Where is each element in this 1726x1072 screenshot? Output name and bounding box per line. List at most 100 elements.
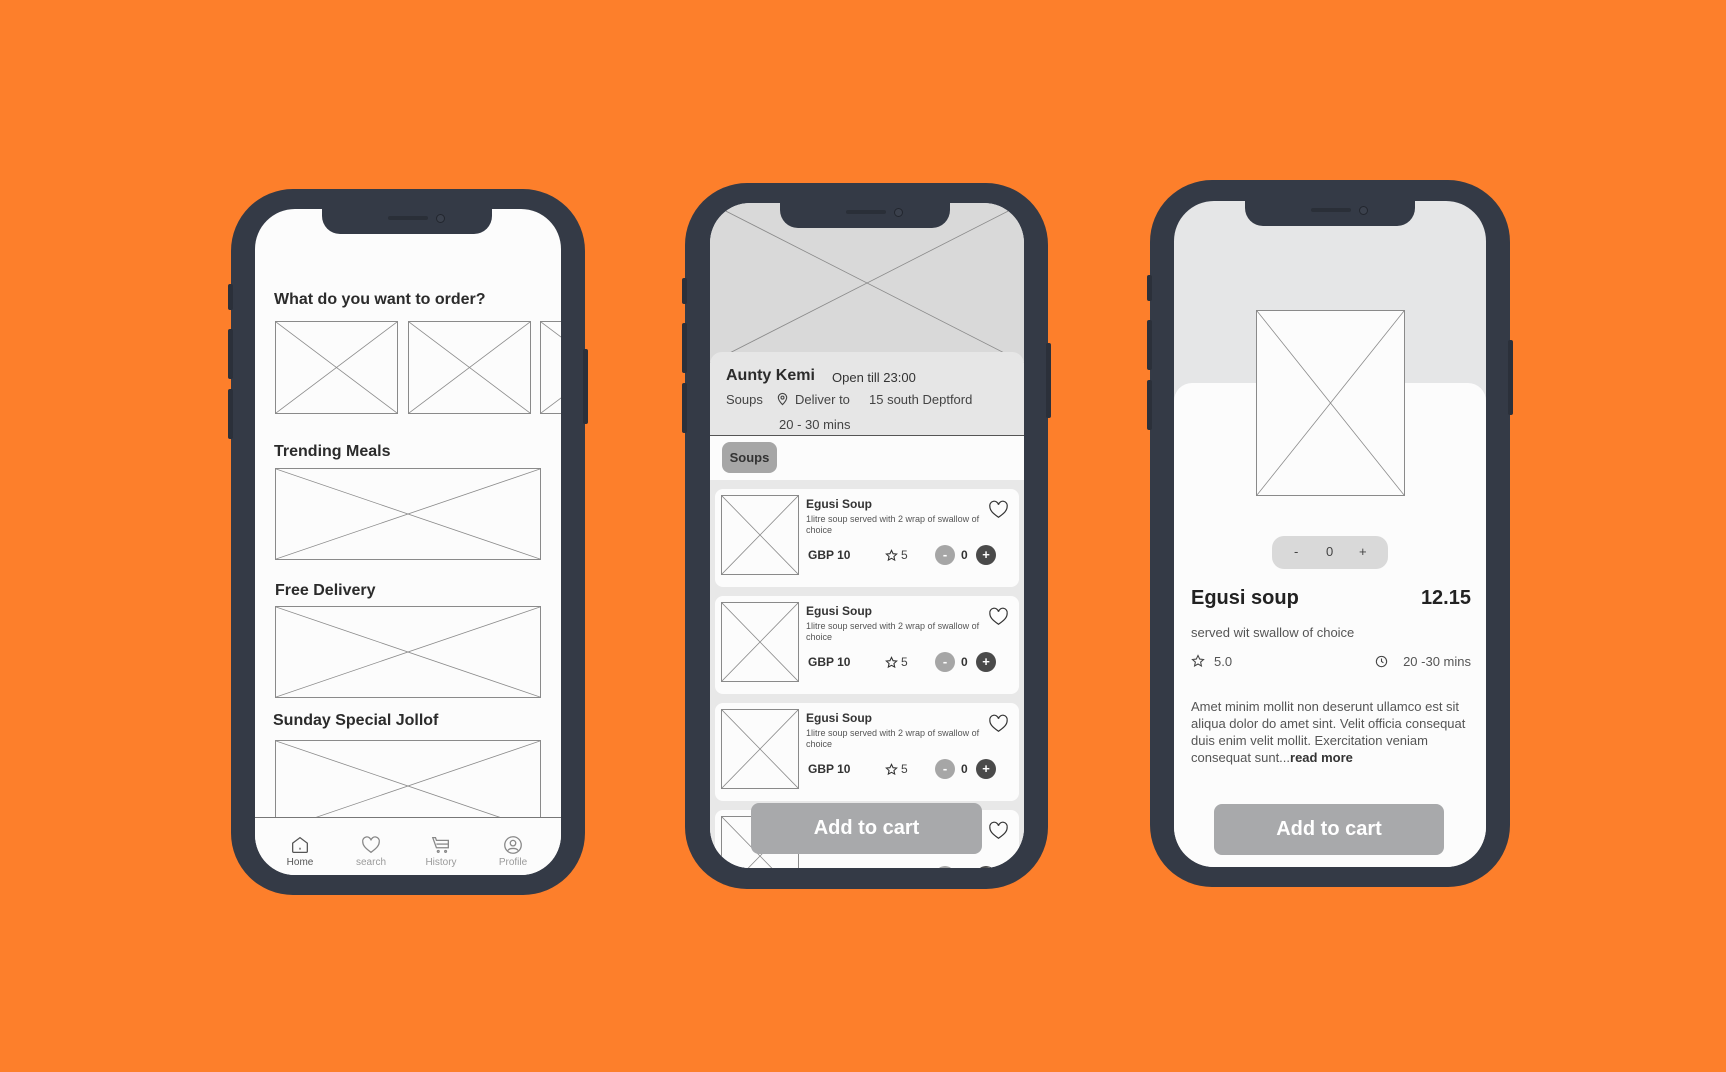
- nav-history[interactable]: History: [411, 834, 471, 868]
- nav-profile[interactable]: Profile: [483, 834, 543, 868]
- product-price: 12.15: [1420, 587, 1471, 609]
- heart-icon: [362, 836, 380, 854]
- star-icon: [1191, 654, 1205, 667]
- prep-time: 20 -30 mins: [1403, 654, 1471, 669]
- notch: [780, 203, 950, 228]
- item-title: Egusi Soup: [806, 604, 872, 618]
- side-button: [1147, 380, 1152, 430]
- item-price: GBP 10: [808, 655, 851, 669]
- restaurant-screen: Aunty Kemi Open till 23:00 Soups Deliver…: [710, 203, 1024, 868]
- increment-button[interactable]: +: [976, 759, 996, 779]
- side-button: [1147, 320, 1152, 370]
- menu-item-card[interactable]: Egusi Soup 1litre soup served with 2 wra…: [715, 489, 1019, 587]
- section-title: Free Delivery: [275, 582, 376, 599]
- side-button: [682, 278, 687, 304]
- menu-item-card[interactable]: Egusi Soup 1litre soup served with 2 wra…: [715, 703, 1019, 801]
- item-image: [721, 709, 799, 789]
- side-button: [228, 284, 233, 310]
- bottom-nav: Home search History Profile: [255, 817, 561, 875]
- opening-hours: Open till 23:00: [832, 370, 916, 385]
- nav-label: History: [425, 857, 457, 868]
- add-to-cart-button[interactable]: Add to cart: [1214, 804, 1444, 855]
- cart-icon: [431, 837, 449, 853]
- section-title: Sunday Special Jollof: [273, 712, 439, 729]
- item-image: [721, 602, 799, 682]
- favorite-heart-icon[interactable]: [988, 714, 1009, 733]
- page-title: What do you want to order?: [274, 291, 486, 308]
- nav-label: Profile: [498, 857, 528, 868]
- side-button: [682, 383, 687, 433]
- product-rating: 5.0: [1214, 654, 1233, 669]
- increment-button[interactable]: +: [976, 545, 996, 565]
- decrement-button[interactable]: -: [1294, 544, 1298, 559]
- favorite-heart-icon[interactable]: [988, 607, 1009, 626]
- item-rating: 5: [901, 548, 908, 562]
- category-bar: Soups: [710, 438, 1024, 480]
- chip-soups[interactable]: Soups: [722, 442, 777, 473]
- nav-search[interactable]: search: [341, 834, 401, 868]
- free-delivery-banner[interactable]: [275, 606, 541, 698]
- decrement-button[interactable]: -: [935, 545, 955, 565]
- decrement-button[interactable]: -: [935, 652, 955, 672]
- increment-button[interactable]: +: [976, 652, 996, 672]
- increment-button[interactable]: +: [1359, 544, 1367, 559]
- side-button: [228, 389, 233, 439]
- section-title: Trending Meals: [274, 443, 391, 460]
- product-image: [1256, 310, 1405, 496]
- decrement-button[interactable]: -: [935, 866, 955, 868]
- delivery-label: Deliver to: [795, 392, 850, 407]
- item-description: 1litre soup served with 2 wrap of swallo…: [806, 728, 980, 749]
- favorite-heart-icon[interactable]: [988, 500, 1009, 519]
- item-price: GBP 10: [808, 548, 851, 562]
- item-quantity: 0: [961, 655, 968, 669]
- item-rating: 5: [901, 655, 908, 669]
- menu-item-card[interactable]: Egusi Soup 1litre soup served with 2 wra…: [715, 596, 1019, 694]
- notch: [322, 209, 492, 234]
- home-screen: What do you want to order? Trending Meal…: [255, 209, 561, 875]
- restaurant-category: Soups: [726, 392, 763, 407]
- quantity-value: 0: [1326, 544, 1334, 559]
- product-title: Egusi soup: [1191, 587, 1299, 609]
- side-button: [1147, 275, 1152, 301]
- phone-restaurant: Aunty Kemi Open till 23:00 Soups Deliver…: [682, 183, 1051, 889]
- item-price: GBP 10: [808, 762, 851, 776]
- star-icon: [885, 656, 898, 669]
- star-icon: [885, 763, 898, 776]
- product-description: Amet minim mollit non deserunt ullamco e…: [1191, 698, 1473, 766]
- product-subtitle: served wit swallow of choice: [1191, 625, 1355, 640]
- side-button: [583, 349, 588, 424]
- item-quantity: 0: [961, 548, 968, 562]
- item-description: 1litre soup served with 2 wrap of swallo…: [806, 514, 980, 535]
- restaurant-name: Aunty Kemi: [726, 367, 815, 384]
- side-button: [1046, 343, 1051, 418]
- nav-home[interactable]: Home: [270, 834, 330, 868]
- category-image[interactable]: [275, 321, 398, 414]
- increment-button[interactable]: +: [976, 866, 996, 868]
- notch: [1245, 201, 1415, 226]
- quantity-stepper: - 0 +: [1272, 536, 1388, 569]
- item-description: 1litre soup served with 2 wrap of swallo…: [806, 621, 980, 642]
- nav-label: search: [355, 857, 386, 868]
- clock-icon: [1375, 655, 1388, 668]
- delivery-address[interactable]: 15 south Deptford: [869, 392, 972, 407]
- nav-label: Home: [286, 857, 314, 868]
- location-pin-icon: [777, 392, 788, 406]
- side-button: [1508, 340, 1513, 415]
- category-image[interactable]: [540, 321, 561, 414]
- item-title: Egusi Soup: [806, 711, 872, 725]
- side-button: [682, 323, 687, 373]
- profile-icon: [504, 836, 522, 854]
- favorite-heart-icon[interactable]: [988, 821, 1009, 840]
- phone-home: What do you want to order? Trending Meal…: [228, 189, 588, 895]
- restaurant-info: Aunty Kemi Open till 23:00 Soups Deliver…: [710, 352, 1024, 436]
- category-image[interactable]: [408, 321, 531, 414]
- item-image: [721, 495, 799, 575]
- decrement-button[interactable]: -: [935, 759, 955, 779]
- detail-screen: - 0 + Egusi soup 12.15 served wit swallo…: [1174, 201, 1486, 867]
- read-more-link[interactable]: read more: [1290, 750, 1353, 765]
- trending-banner[interactable]: [275, 468, 541, 560]
- add-to-cart-button[interactable]: Add to cart: [751, 803, 982, 854]
- phone-detail: - 0 + Egusi soup 12.15 served wit swallo…: [1147, 180, 1513, 887]
- item-quantity: 0: [961, 762, 968, 776]
- star-icon: [885, 549, 898, 562]
